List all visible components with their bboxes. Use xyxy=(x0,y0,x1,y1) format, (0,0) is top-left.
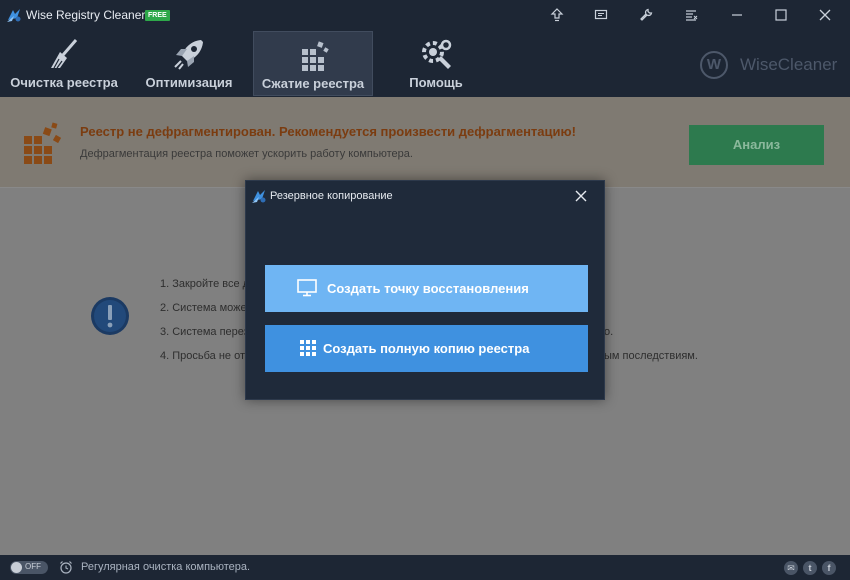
app-logo-icon xyxy=(7,9,21,22)
exclamation-icon xyxy=(91,297,129,335)
step-3-tail: о. xyxy=(604,326,614,338)
toggle-knob xyxy=(11,562,22,573)
dialog-title: Резервное копирование xyxy=(270,190,393,202)
menu-icon xyxy=(686,10,698,21)
brand-text: WiseCleaner xyxy=(740,55,838,74)
menu-button[interactable] xyxy=(678,3,704,27)
minimize-button[interactable] xyxy=(724,3,750,27)
facebook-button[interactable]: f xyxy=(822,561,836,575)
email-share-button[interactable]: ✉ xyxy=(784,561,798,575)
twitter-icon: t xyxy=(808,563,812,573)
app-logo-icon xyxy=(252,190,266,203)
message-icon xyxy=(594,9,608,20)
tools-icon xyxy=(422,39,452,69)
nav-label: Помощь xyxy=(409,75,463,90)
minimize-icon xyxy=(732,14,742,16)
nav-help[interactable]: Помощь xyxy=(390,31,482,96)
title-bar: Wise Registry Cleaner 9 FREE xyxy=(0,0,850,31)
dialog-close-button[interactable] xyxy=(571,185,591,207)
full-backup-button-label: Создать полную копию реестра xyxy=(323,341,530,356)
warning-subtitle: Дефрагментация реестра поможет ускорить … xyxy=(80,148,413,160)
app-title: Wise Registry Cleaner 9 xyxy=(26,8,156,22)
upgrade-icon xyxy=(550,8,564,22)
free-badge: FREE xyxy=(145,10,170,21)
defrag-blocks-icon xyxy=(24,122,62,164)
wisecleaner-logo-icon: W xyxy=(700,51,728,79)
nav-optimize[interactable]: Оптимизация xyxy=(138,31,240,96)
close-icon xyxy=(575,190,587,202)
warning-banner: Реестр не дефрагментирован. Рекомендуетс… xyxy=(0,97,850,188)
upgrade-button[interactable] xyxy=(544,3,570,27)
step-2: 2. Система може xyxy=(160,302,247,314)
blocks-icon xyxy=(302,41,329,71)
analyze-button[interactable]: Анализ xyxy=(689,125,824,165)
envelope-icon: ✉ xyxy=(787,563,795,573)
step-3: 3. Система перез xyxy=(160,326,249,338)
monitor-icon xyxy=(297,279,317,297)
nav-label: Очистка реестра xyxy=(10,75,118,90)
settings-button[interactable] xyxy=(633,3,659,27)
wrench-icon xyxy=(640,8,653,21)
restore-button-label: Создать точку восстановления xyxy=(327,281,529,296)
nav-registry-defrag[interactable]: Сжатие реестра xyxy=(253,31,373,96)
broom-icon xyxy=(51,39,78,69)
nav-label: Оптимизация xyxy=(145,75,233,90)
maximize-button[interactable] xyxy=(768,3,794,27)
step-1: 1. Закройте все д xyxy=(160,278,250,290)
step-4-tail: ым последствиям. xyxy=(604,350,698,362)
status-text: Регулярная очистка компьютера. xyxy=(81,561,251,573)
status-bar: OFF Регулярная очистка компьютера. ✉ t f xyxy=(0,555,850,580)
toggle-label: OFF xyxy=(25,562,41,571)
grid-icon xyxy=(300,340,316,356)
alarm-clock-icon xyxy=(60,561,72,574)
step-4: 4. Просьба не от xyxy=(160,350,245,362)
close-icon xyxy=(819,9,831,21)
twitter-button[interactable]: t xyxy=(803,561,817,575)
create-restore-point-button[interactable]: Создать точку восстановления xyxy=(265,265,588,312)
feedback-button[interactable] xyxy=(588,3,614,27)
create-full-backup-button[interactable]: Создать полную копию реестра xyxy=(265,325,588,372)
facebook-icon: f xyxy=(827,563,831,573)
nav-label: Сжатие реестра xyxy=(261,76,365,91)
maximize-icon xyxy=(775,9,787,21)
rocket-icon xyxy=(174,40,203,70)
backup-dialog: Резервное копирование Создать точку восс… xyxy=(245,180,605,400)
nav-registry-cleaner[interactable]: Очистка реестра xyxy=(4,31,124,96)
warning-title: Реестр не дефрагментирован. Рекомендуетс… xyxy=(80,124,576,139)
close-window-button[interactable] xyxy=(812,3,838,27)
scheduled-clean-toggle[interactable]: OFF xyxy=(10,561,48,574)
